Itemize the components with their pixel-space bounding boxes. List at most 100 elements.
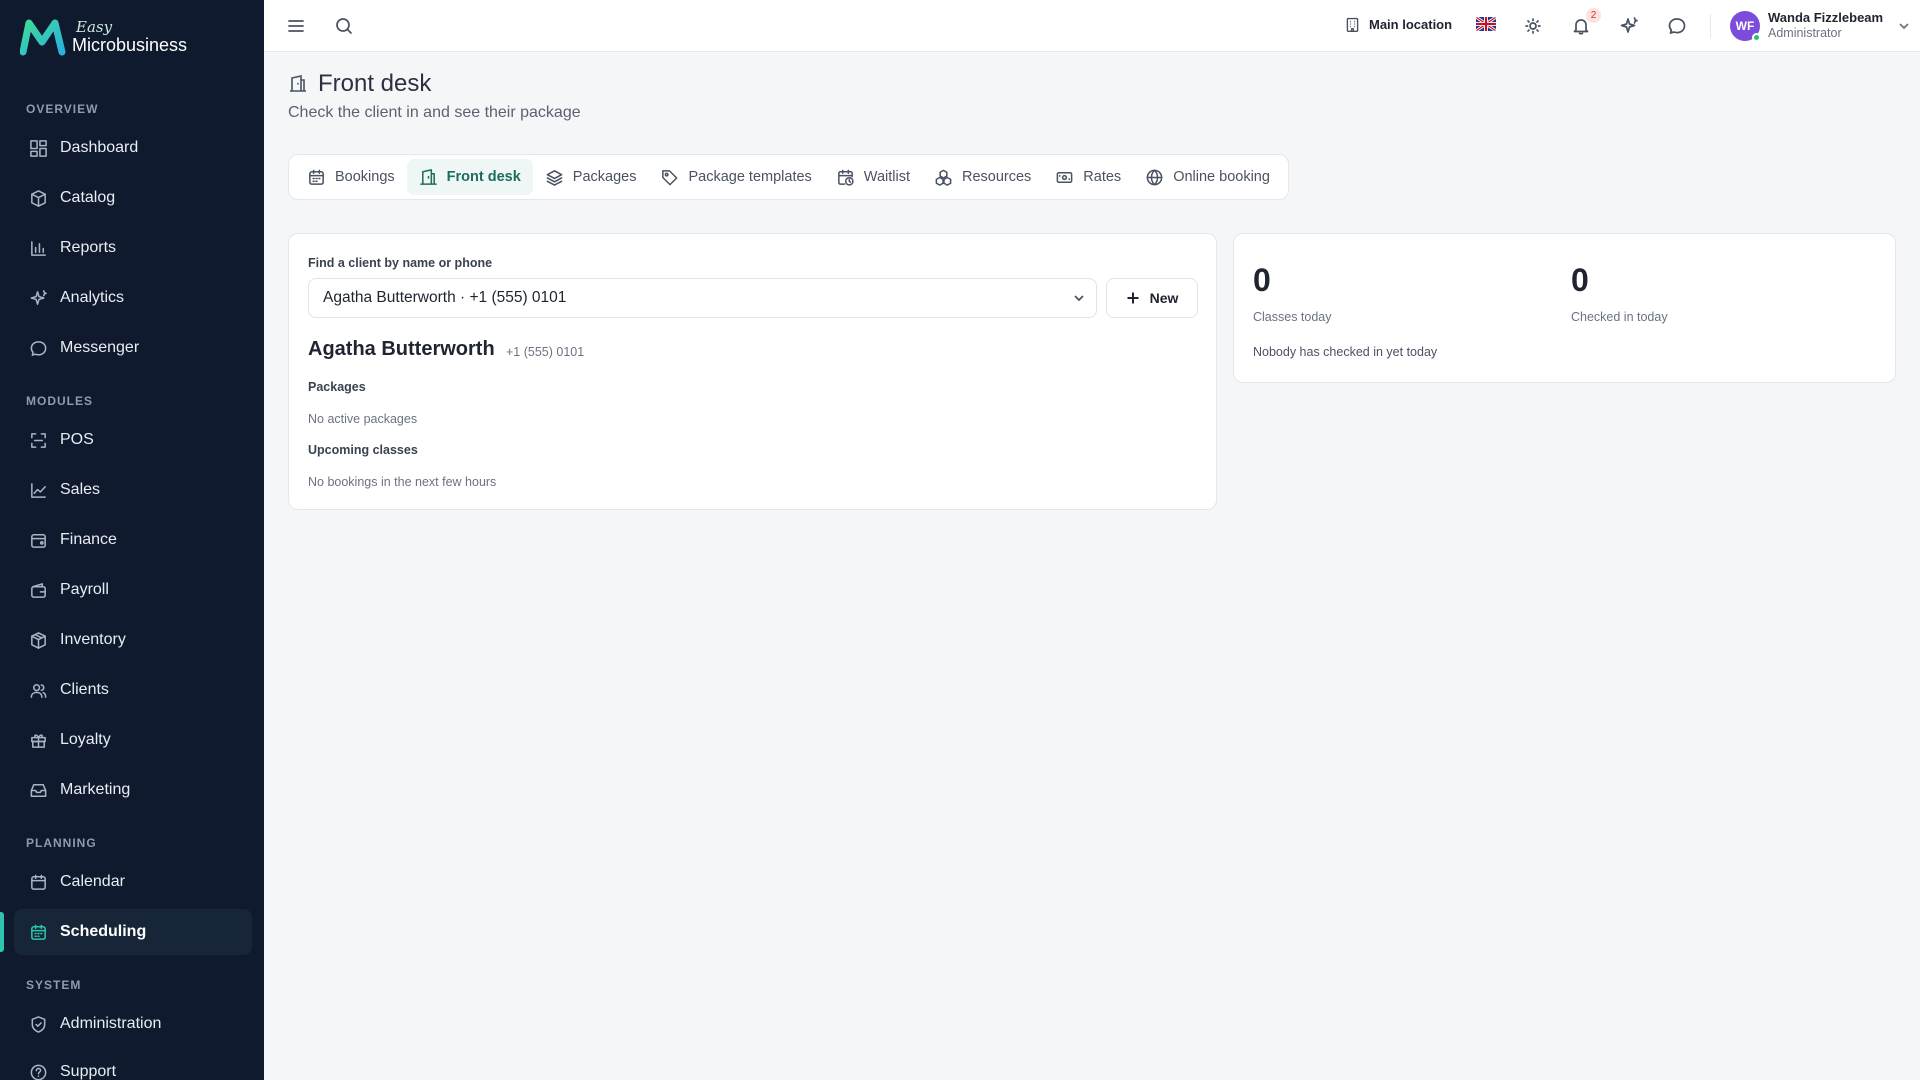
notification-badge: 2 bbox=[1586, 8, 1601, 23]
top-bar: Main location 2 WF Wanda Fizzlebeam Admi… bbox=[264, 0, 1920, 52]
help-icon bbox=[28, 1062, 48, 1080]
logo-m-icon bbox=[20, 19, 66, 56]
scheduling-tabs: Bookings Front desk Packages Package tem… bbox=[288, 154, 1289, 200]
sidebar-item-catalog[interactable]: Catalog bbox=[14, 175, 252, 221]
new-client-button[interactable]: New bbox=[1106, 278, 1198, 318]
sidebar-item-administration[interactable]: Administration bbox=[14, 1001, 252, 1047]
user-menu[interactable]: WF Wanda Fizzlebeam Administrator bbox=[1730, 10, 1911, 42]
page-subtitle: Check the client in and see their packag… bbox=[288, 104, 581, 121]
upcoming-classes-empty-text: No bookings in the next few hours bbox=[308, 475, 497, 489]
client-select-value: Agatha Butterworth · +1 (555) 0101 bbox=[323, 289, 567, 306]
finance-icon bbox=[28, 530, 48, 550]
sidebar-item-label: Loyalty bbox=[60, 731, 111, 748]
sidebar-item-label: Clients bbox=[60, 681, 109, 698]
inventory-icon bbox=[28, 630, 48, 650]
building-icon bbox=[1346, 17, 1359, 32]
sidebar-item-inventory[interactable]: Inventory bbox=[14, 617, 252, 663]
sidebar-item-label: Sales bbox=[60, 481, 101, 498]
sidebar-item-scheduling[interactable]: Scheduling bbox=[14, 909, 252, 955]
sidebar-item-pos[interactable]: POS bbox=[14, 417, 252, 463]
tab-front-desk[interactable]: Front desk bbox=[406, 159, 533, 195]
sidebar-item-label: Analytics bbox=[60, 289, 125, 306]
calendar-icon bbox=[309, 169, 324, 185]
sidebar-item-sales[interactable]: Sales bbox=[14, 467, 252, 513]
chat-icon[interactable] bbox=[1665, 14, 1689, 38]
sidebar-item-label: Calendar bbox=[60, 873, 125, 890]
tab-online-booking[interactable]: Online booking bbox=[1133, 159, 1282, 195]
client-select[interactable]: Agatha Butterworth · +1 (555) 0101 bbox=[308, 278, 1097, 318]
tab-package-templates[interactable]: Package templates bbox=[648, 159, 823, 195]
active-indicator bbox=[0, 912, 4, 952]
tab-label: Resources bbox=[961, 169, 1032, 185]
dashboard-icon bbox=[28, 138, 48, 158]
tab-bookings[interactable]: Bookings bbox=[295, 159, 407, 195]
tab-packages[interactable]: Packages bbox=[533, 159, 649, 195]
section-modules: MODULES bbox=[26, 394, 93, 408]
scheduling-icon bbox=[28, 922, 48, 942]
resources-icon bbox=[935, 169, 952, 186]
tab-resources[interactable]: Resources bbox=[922, 159, 1043, 195]
uk-flag-icon[interactable] bbox=[1476, 17, 1496, 31]
sidebar-item-label: Administration bbox=[60, 1015, 162, 1032]
messenger-icon bbox=[28, 338, 48, 358]
sidebar-item-label: POS bbox=[60, 431, 94, 448]
menu-icon[interactable] bbox=[284, 14, 308, 38]
upcoming-classes-heading: Upcoming classes bbox=[308, 443, 418, 457]
sidebar-item-label: Catalog bbox=[60, 189, 116, 206]
shield-icon bbox=[28, 1014, 48, 1034]
sidebar-item-reports[interactable]: Reports bbox=[14, 225, 252, 271]
section-overview: OVERVIEW bbox=[26, 102, 99, 116]
location-selector[interactable]: Main location bbox=[1344, 16, 1452, 33]
classes-today-label: Classes today bbox=[1253, 310, 1332, 324]
sidebar-item-loyalty[interactable]: Loyalty bbox=[14, 717, 252, 763]
sidebar-item-label: Payroll bbox=[60, 581, 109, 598]
brand-logo[interactable]: Easy Microbusiness bbox=[20, 18, 187, 56]
tab-label: Online booking bbox=[1173, 169, 1270, 185]
sidebar-item-payroll[interactable]: Payroll bbox=[14, 567, 252, 613]
brand-easy: Easy bbox=[76, 18, 113, 36]
chevron-down-icon bbox=[1897, 19, 1911, 33]
sidebar-item-marketing[interactable]: Marketing bbox=[14, 767, 252, 813]
new-client-label: New bbox=[1149, 290, 1179, 306]
sidebar-item-support[interactable]: Support bbox=[14, 1049, 252, 1080]
payroll-icon bbox=[28, 580, 48, 600]
globe-icon bbox=[1146, 169, 1163, 185]
catalog-icon bbox=[28, 188, 48, 208]
sidebar-item-finance[interactable]: Finance bbox=[14, 517, 252, 563]
clients-icon bbox=[28, 680, 48, 700]
front-desk-icon bbox=[419, 168, 437, 185]
client-phone: +1 (555) 0101 bbox=[506, 345, 585, 359]
tab-label: Waitlist bbox=[863, 169, 910, 185]
pos-icon bbox=[28, 430, 48, 450]
sidebar-item-clients[interactable]: Clients bbox=[14, 667, 252, 713]
sidebar-item-label: Scheduling bbox=[60, 923, 147, 940]
packages-empty-text: No active packages bbox=[308, 412, 418, 426]
ticket-icon bbox=[1056, 171, 1073, 183]
section-system: SYSTEM bbox=[26, 978, 82, 992]
client-lookup-card: Find a client by name or phone Agatha Bu… bbox=[288, 233, 1217, 510]
search-icon[interactable] bbox=[332, 14, 356, 38]
tab-label: Front desk bbox=[446, 169, 521, 185]
sidebar-item-calendar[interactable]: Calendar bbox=[14, 859, 252, 905]
daily-stats-card: 0 Classes today 0 Checked in today Nobod… bbox=[1233, 233, 1896, 383]
chevron-down-icon bbox=[1072, 291, 1086, 305]
sidebar-item-label: Finance bbox=[60, 531, 117, 548]
checkin-status-note: Nobody has checked in yet today bbox=[1253, 345, 1438, 359]
sidebar-item-analytics[interactable]: Analytics bbox=[14, 275, 252, 321]
calendar-icon bbox=[28, 872, 48, 892]
sidebar-item-dashboard[interactable]: Dashboard bbox=[14, 125, 252, 171]
user-name: Wanda Fizzlebeam bbox=[1768, 10, 1884, 25]
user-role: Administrator bbox=[1768, 26, 1842, 41]
tab-label: Bookings bbox=[335, 169, 395, 185]
topbar-divider bbox=[1710, 14, 1711, 38]
section-planning: PLANNING bbox=[26, 836, 97, 850]
online-status-dot bbox=[1752, 32, 1761, 42]
tab-waitlist[interactable]: Waitlist bbox=[824, 159, 922, 195]
theme-toggle-icon[interactable] bbox=[1521, 14, 1545, 38]
analytics-icon bbox=[28, 288, 48, 308]
checked-in-today-value: 0 bbox=[1571, 262, 1589, 298]
sparkles-icon[interactable] bbox=[1617, 14, 1641, 38]
sidebar-item-messenger[interactable]: Messenger bbox=[14, 325, 252, 371]
tab-rates[interactable]: Rates bbox=[1043, 159, 1133, 195]
front-desk-icon bbox=[290, 75, 306, 92]
